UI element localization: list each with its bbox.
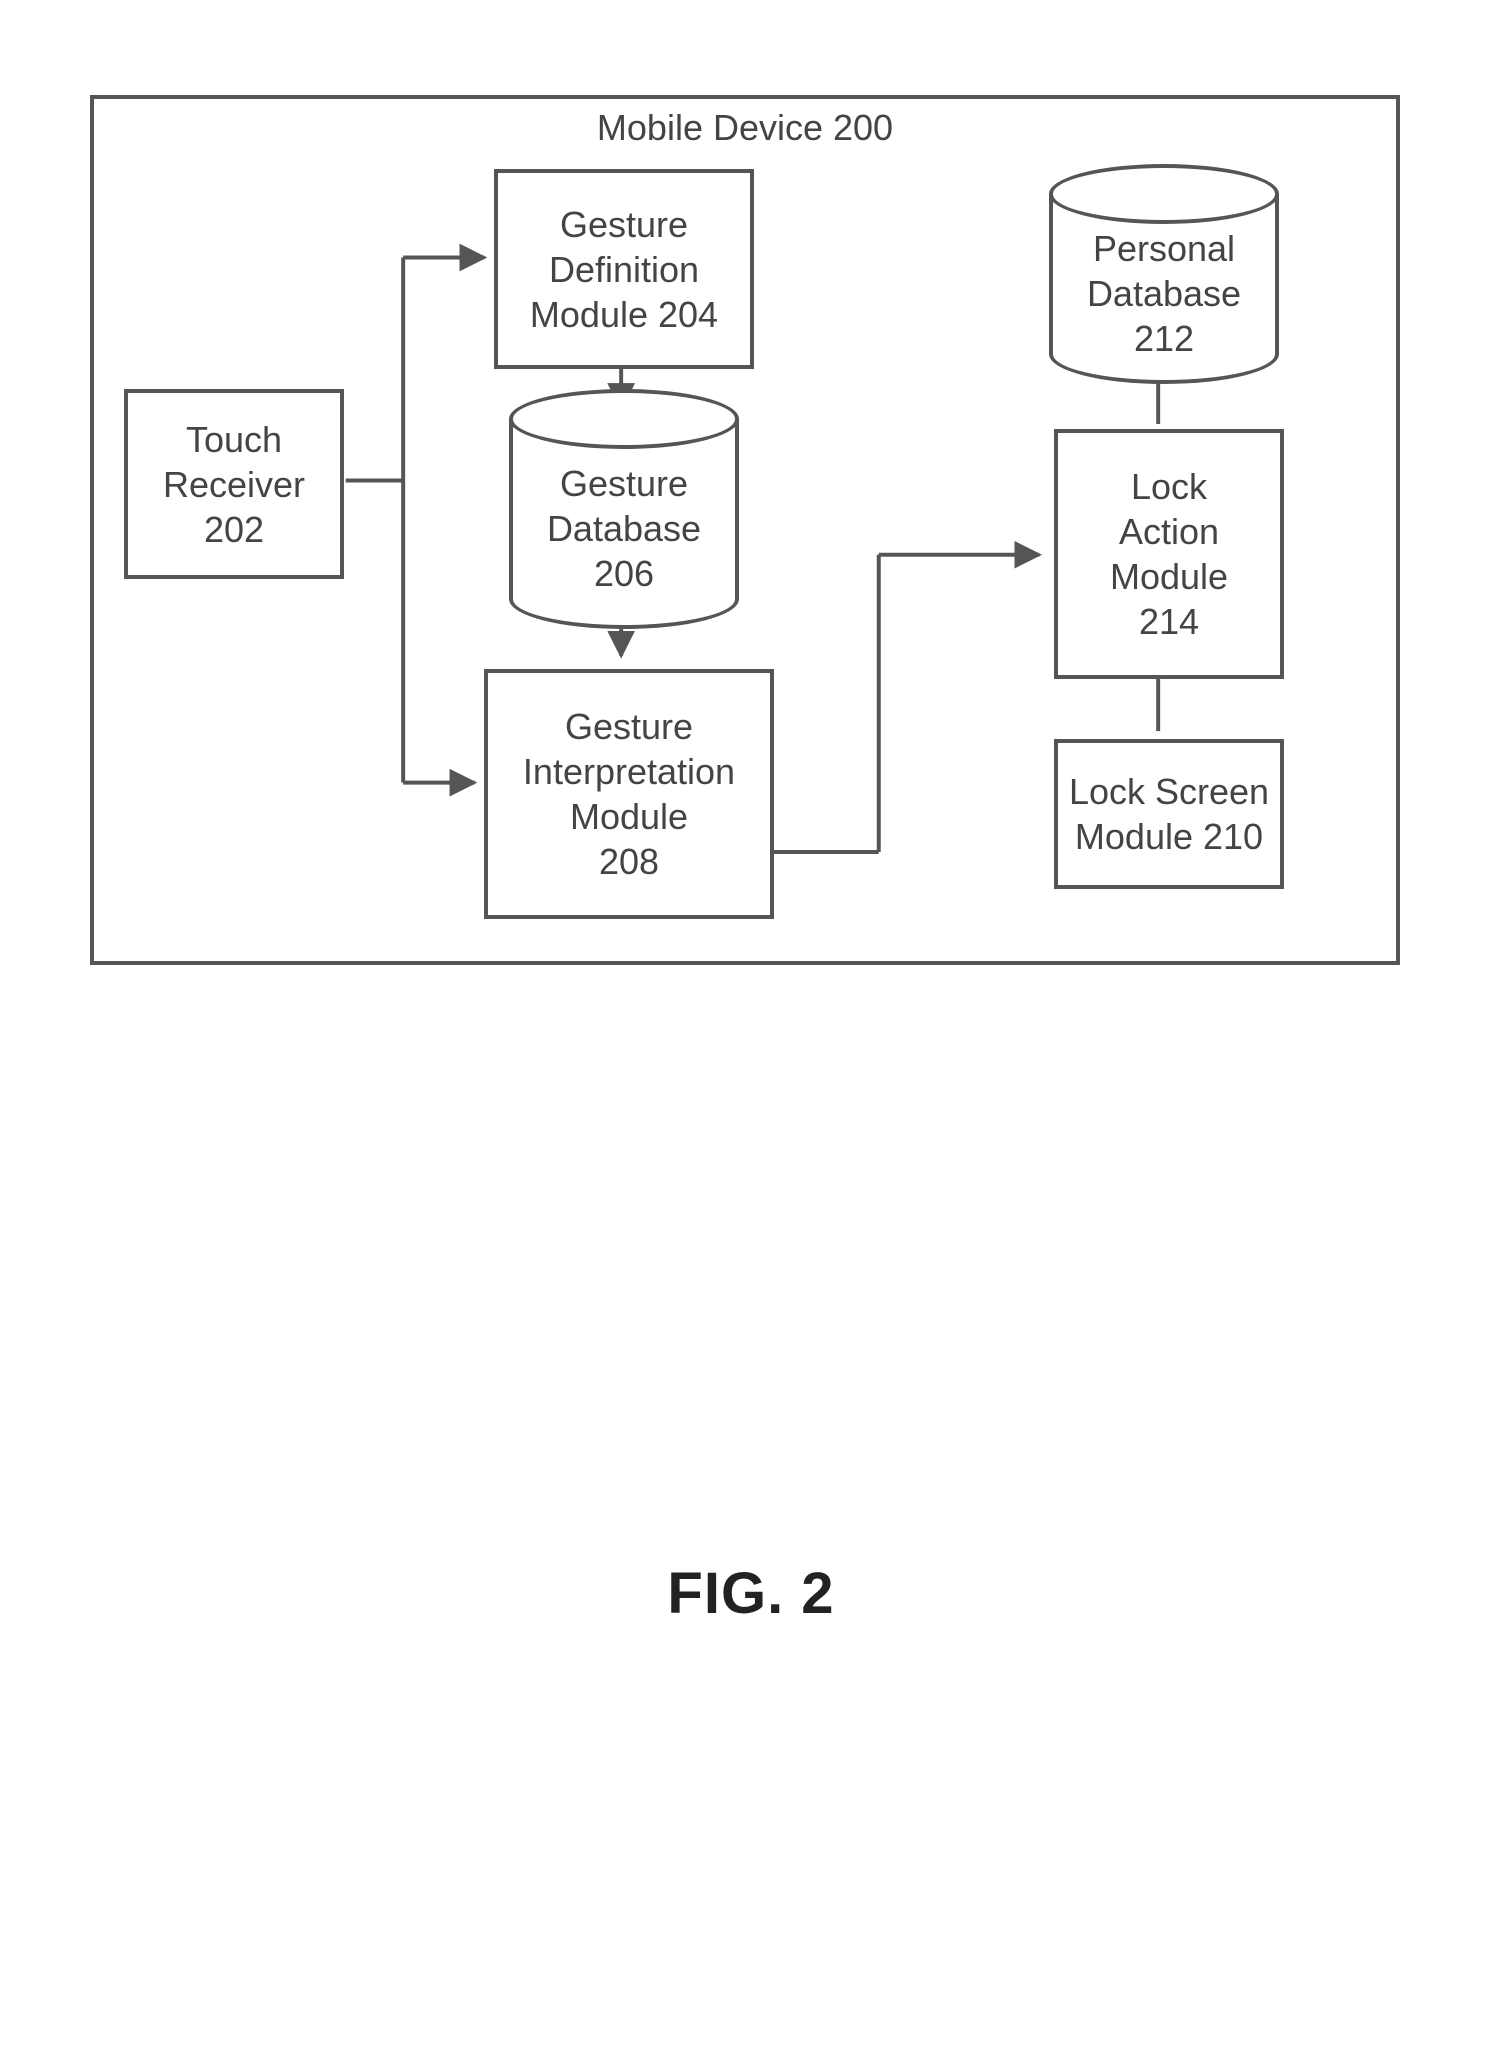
block-line: Database (1087, 271, 1241, 316)
page-root: Mobile Device 200 Touch Receiver 202 Ges… (0, 0, 1502, 2051)
block-line: Module (1110, 554, 1228, 599)
block-line: Personal (1093, 226, 1235, 271)
container-title: Mobile Device 200 (94, 107, 1396, 149)
lock-action-block: Lock Action Module 214 (1054, 429, 1284, 679)
block-line: 206 (594, 551, 654, 596)
block-line: Lock (1131, 464, 1207, 509)
block-line: 212 (1134, 316, 1194, 361)
lock-screen-block: Lock Screen Module 210 (1054, 739, 1284, 889)
block-line: Gesture (560, 461, 688, 506)
block-line: Database (547, 506, 701, 551)
gesture-interpretation-block: Gesture Interpretation Module 208 (484, 669, 774, 919)
block-line: 214 (1139, 599, 1199, 644)
block-line: 202 (204, 507, 264, 552)
block-line: Gesture (560, 202, 688, 247)
personal-database-cylinder: Personal Database 212 (1049, 194, 1279, 384)
block-line: Module (570, 794, 688, 839)
mobile-device-container: Mobile Device 200 Touch Receiver 202 Ges… (90, 95, 1400, 965)
cylinder-lid (509, 389, 739, 449)
block-line: Module 204 (530, 292, 718, 337)
touch-receiver-block: Touch Receiver 202 (124, 389, 344, 579)
block-line: Gesture (565, 704, 693, 749)
gesture-definition-block: Gesture Definition Module 204 (494, 169, 754, 369)
cylinder-lid (1049, 164, 1279, 224)
block-line: Touch (186, 417, 282, 462)
block-line: Module 210 (1075, 814, 1263, 859)
block-line: Interpretation (523, 749, 735, 794)
block-line: Receiver (163, 462, 305, 507)
figure-caption: FIG. 2 (0, 1560, 1502, 1627)
block-line: Action (1119, 509, 1219, 554)
gesture-database-cylinder: Gesture Database 206 (509, 419, 739, 629)
block-line: Lock Screen (1069, 769, 1269, 814)
cylinder-body: Gesture Database 206 (509, 419, 739, 629)
block-line: Definition (549, 247, 699, 292)
block-line: 208 (599, 839, 659, 884)
